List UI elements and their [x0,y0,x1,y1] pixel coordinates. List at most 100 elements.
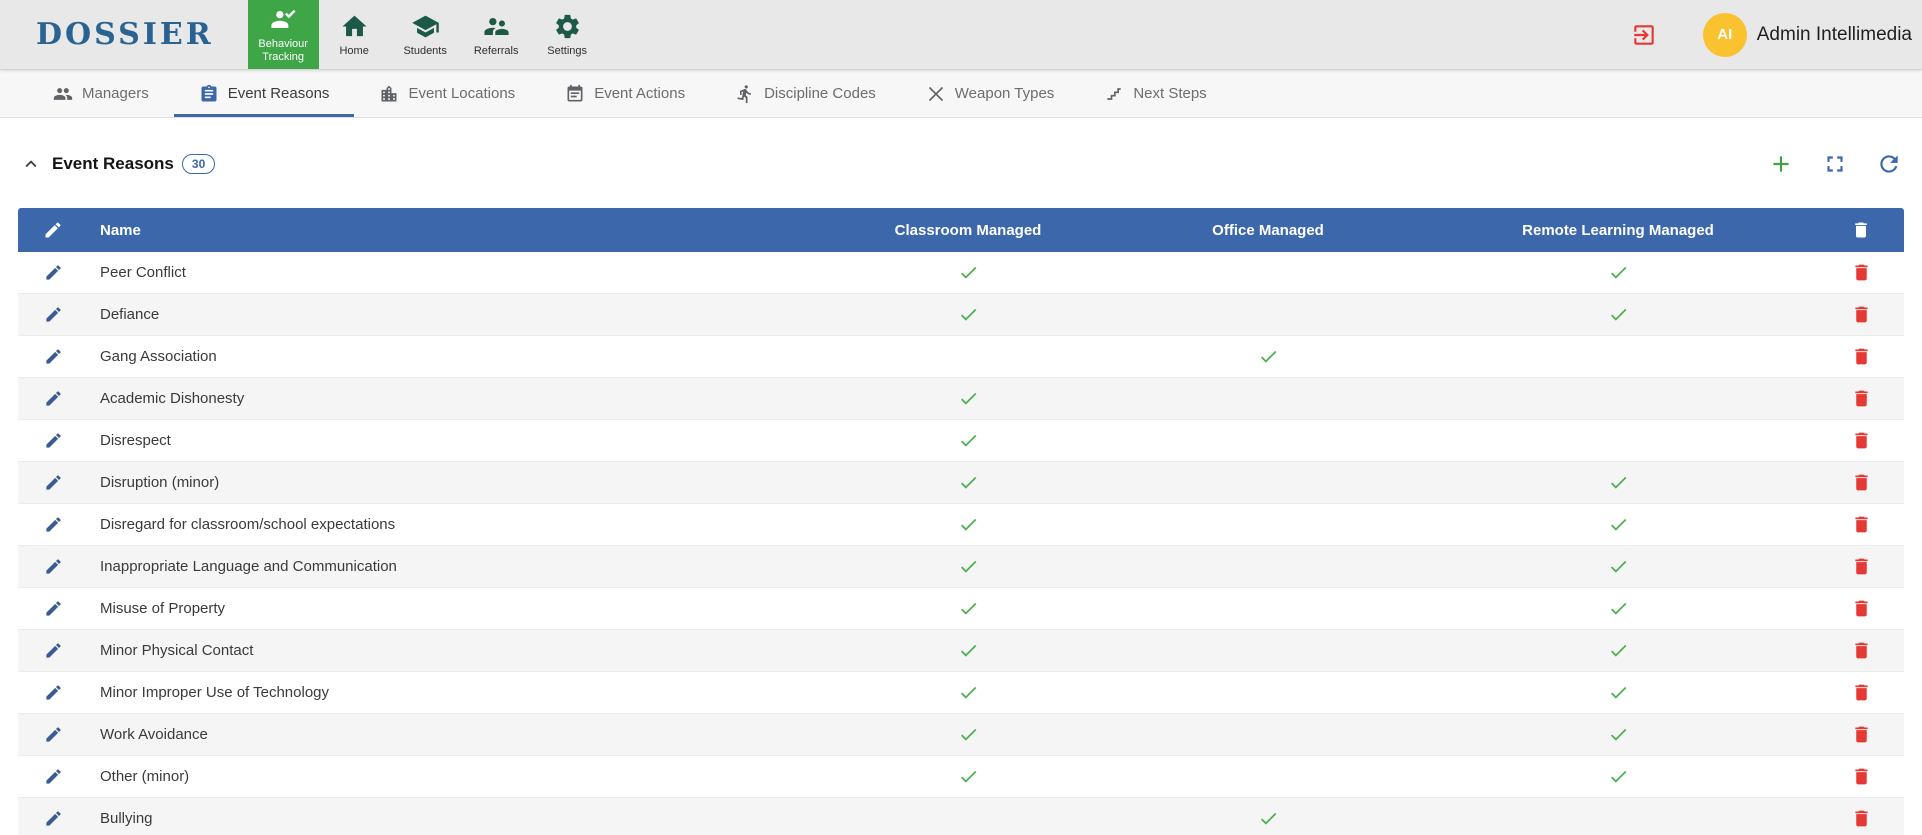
classroom-managed-cell [818,640,1118,661]
tab-event-actions[interactable]: Event Actions [540,70,710,117]
edit-column-icon [18,220,88,240]
table-row: Peer Conflict [18,252,1904,294]
delete-row-button[interactable] [1847,762,1876,791]
edit-row-button[interactable] [40,259,67,286]
panel-actions [1766,149,1904,179]
home-icon [340,12,369,41]
panel-title: Event Reasons [52,154,174,174]
edit-row-button[interactable] [40,805,67,832]
reason-name: Misuse of Property [88,600,818,617]
check-icon [958,598,979,619]
tab-label: Event Reasons [228,85,330,102]
nav-item-label: Behaviour Tracking [250,38,316,63]
delete-row-button[interactable] [1847,468,1876,497]
avatar[interactable]: AI [1703,13,1747,57]
table-row: Disrespect [18,420,1904,462]
check-icon [1608,472,1629,493]
delete-row-button[interactable] [1847,636,1876,665]
check-icon [1608,304,1629,325]
logout-button[interactable] [1625,16,1663,54]
classroom-managed-cell [818,304,1118,325]
nav-item-behaviour-tracking[interactable]: Behaviour Tracking [248,0,319,69]
delete-row-button[interactable] [1847,720,1876,749]
top-bar: DOSSIER Behaviour Tracking Home Students… [0,0,1922,70]
delete-row-button[interactable] [1847,678,1876,707]
reason-name: Inappropriate Language and Communication [88,558,818,575]
delete-row-button[interactable] [1847,594,1876,623]
check-icon [1258,346,1279,367]
delete-row-button[interactable] [1847,300,1876,329]
delete-row-button[interactable] [1847,804,1876,833]
edit-row-button[interactable] [40,637,67,664]
edit-row-button[interactable] [40,595,67,622]
classroom-managed-cell [818,430,1118,451]
add-button[interactable] [1766,149,1796,179]
delete-row-button[interactable] [1847,258,1876,287]
classroom-managed-cell [818,556,1118,577]
classroom-managed-cell [818,766,1118,787]
nav-item-referrals[interactable]: Referrals [461,0,532,69]
dossier-logo[interactable]: DOSSIER [0,0,248,69]
table-row: Defiance [18,294,1904,336]
table-row: Minor Improper Use of Technology [18,672,1904,714]
delete-row-button[interactable] [1847,552,1876,581]
tab-next-steps[interactable]: Next Steps [1079,70,1231,117]
edit-row-button[interactable] [40,301,67,328]
event-reasons-icon [199,84,219,104]
tab-managers[interactable]: Managers [28,70,174,117]
remote-learning-managed-cell [1418,556,1818,577]
check-icon [958,640,979,661]
event-locations-icon [379,84,399,104]
nav-item-students[interactable]: Students [390,0,461,69]
next-steps-icon [1104,84,1124,104]
office-managed-cell [1118,808,1418,829]
check-icon [958,304,979,325]
edit-row-button[interactable] [40,469,67,496]
remote-learning-managed-cell [1418,514,1818,535]
nav-item-settings[interactable]: Settings [532,0,603,69]
fullscreen-button[interactable] [1820,149,1850,179]
tab-event-locations[interactable]: Event Locations [354,70,540,117]
reason-name: Work Avoidance [88,726,818,743]
tab-label: Event Actions [594,85,685,102]
tab-label: Event Locations [408,85,515,102]
nav-item-home[interactable]: Home [319,0,390,69]
delete-row-button[interactable] [1847,384,1876,413]
edit-row-button[interactable] [40,385,67,412]
check-icon [958,766,979,787]
edit-row-button[interactable] [40,553,67,580]
check-icon [958,472,979,493]
edit-row-button[interactable] [40,427,67,454]
delete-column-icon [1818,220,1904,240]
edit-row-button[interactable] [40,721,67,748]
remote-learning-managed-cell [1418,640,1818,661]
check-icon [1608,514,1629,535]
refresh-button[interactable] [1874,149,1904,179]
collapse-button[interactable] [18,151,44,177]
edit-row-button[interactable] [40,763,67,790]
managers-icon [53,84,73,104]
table-body: Peer Conflict Defiance Gang Association [18,252,1904,835]
tab-event-reasons[interactable]: Event Reasons [174,70,355,117]
delete-row-button[interactable] [1847,426,1876,455]
weapon-types-icon [926,84,946,104]
edit-row-button[interactable] [40,511,67,538]
reason-name: Disrespect [88,432,818,449]
delete-row-button[interactable] [1847,342,1876,371]
event-reasons-panel: Event Reasons 30 [18,136,1904,835]
column-header-remote-learning-managed: Remote Learning Managed [1418,222,1818,239]
tab-label: Next Steps [1133,85,1206,102]
fullscreen-icon [1822,151,1848,177]
chevron-up-icon [20,153,42,175]
check-icon [1608,640,1629,661]
remote-learning-managed-cell [1418,724,1818,745]
delete-row-button[interactable] [1847,510,1876,539]
tab-label: Discipline Codes [764,85,876,102]
office-managed-cell [1118,346,1418,367]
tab-weapon-types[interactable]: Weapon Types [901,70,1080,117]
reason-name: Disregard for classroom/school expectati… [88,516,818,533]
add-icon [1768,151,1794,177]
edit-row-button[interactable] [40,679,67,706]
edit-row-button[interactable] [40,343,67,370]
tab-discipline-codes[interactable]: Discipline Codes [710,70,901,117]
